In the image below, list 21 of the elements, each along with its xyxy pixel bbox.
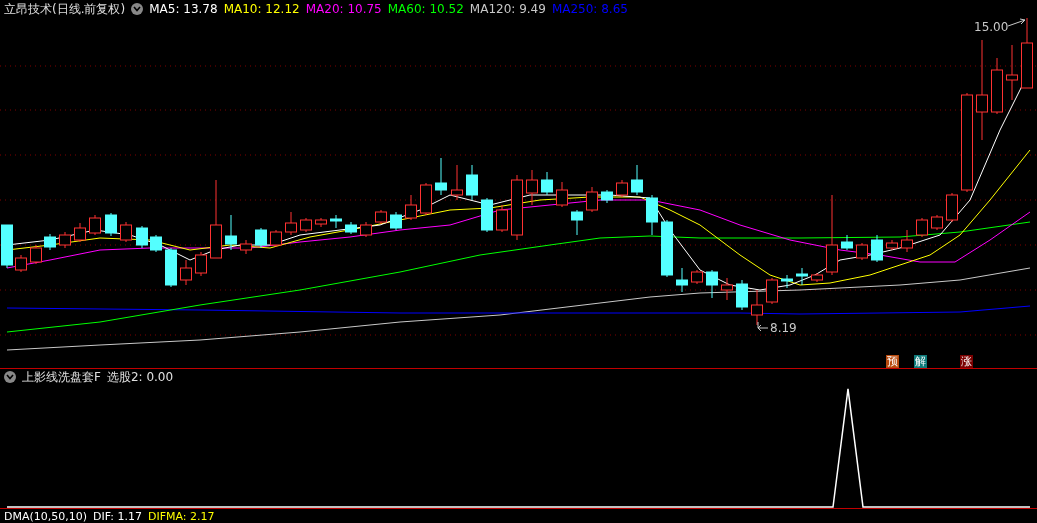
dma-reading: DIFMA: 2.17 [147, 509, 215, 523]
dma-reading: DMA(10,50,10) [4, 509, 88, 523]
high-price-label: 15.00 [974, 20, 1009, 34]
pointer-arrow-icon [1007, 18, 1026, 27]
moving-average-reading: MA5: 13.78 [149, 2, 218, 16]
signal-marker: 涨 [960, 355, 973, 368]
dma-reading: DIF: 1.17 [93, 509, 142, 523]
signal-marker: 解 [914, 355, 927, 368]
moving-average-reading: MA60: 10.52 [387, 2, 464, 16]
indicator-reading: 选股2: 0.00 [106, 368, 174, 386]
indicator-title: 上影线洗盘套F [22, 368, 101, 386]
dropdown-icon[interactable] [131, 3, 144, 15]
moving-average-reading: MA120: 9.49 [469, 2, 546, 16]
moving-average-reading: MA20: 10.75 [305, 2, 382, 16]
low-price-label: 8.19 [770, 321, 797, 335]
moving-average-reading: MA10: 12.12 [223, 2, 300, 16]
pointer-arrow-icon [757, 321, 769, 332]
dropdown-icon[interactable] [4, 371, 16, 383]
signal-marker: 预 [886, 355, 899, 368]
moving-average-reading: MA250: 8.65 [551, 2, 628, 16]
chart-title: 立昂技术(日线.前复权) [4, 0, 126, 18]
